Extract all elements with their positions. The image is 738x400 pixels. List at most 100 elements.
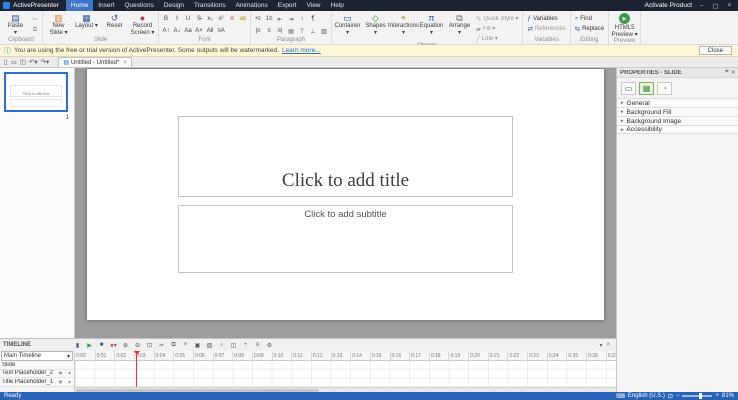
slide-editor[interactable]: Click to add title Click to add subtitle	[87, 69, 604, 320]
shapes-button[interactable]: ◇ Shapes ▾	[362, 12, 389, 43]
subtitle-placeholder[interactable]: Click to add subtitle	[178, 205, 513, 273]
snap-toggle-button[interactable]: ≡	[252, 340, 263, 350]
paste-button[interactable]: ▤ Paste ▾	[2, 12, 29, 37]
italic-button[interactable]: I	[172, 14, 182, 24]
new-slide-button[interactable]: ▥ New Slide ▾	[45, 12, 72, 37]
zoom-slider[interactable]	[682, 395, 712, 397]
align-right-button[interactable]: ≡|	[275, 26, 285, 36]
audio-tab[interactable]: ◔	[657, 82, 672, 95]
redo-button[interactable]: ↷▾	[41, 58, 50, 66]
slide-properties-tab[interactable]: ▭	[621, 82, 636, 95]
notification-close-button[interactable]: Close	[699, 46, 732, 55]
stop-button[interactable]: ■	[96, 340, 107, 350]
new-document-button[interactable]: ▯	[4, 58, 8, 66]
menu-tab-help[interactable]: Help	[326, 0, 349, 11]
reset-button[interactable]: ↺ Reset	[101, 12, 128, 37]
props-section-background-image[interactable]: ▸ Background Image	[617, 116, 738, 125]
props-section-background-fill[interactable]: ▸ Background Fill	[617, 107, 738, 116]
decrease-indent-button[interactable]: ⇤	[275, 14, 285, 24]
menu-tab-view[interactable]: View	[302, 0, 326, 11]
highlight-color-button[interactable]: ab	[238, 14, 248, 24]
props-section-accessibility[interactable]: ▸ Accessibility	[617, 125, 738, 134]
undo-button[interactable]: ↶▾	[29, 58, 38, 66]
delete-range-button[interactable]: ×	[180, 340, 191, 350]
slide-thumbnail[interactable]: Click to add title	[4, 72, 68, 112]
eye-toggle[interactable]: ◉	[56, 370, 65, 376]
props-section-general[interactable]: ▸ General	[617, 98, 738, 107]
activate-product-link[interactable]: Activate Product	[645, 2, 692, 9]
font-color-button[interactable]: A	[227, 14, 237, 24]
insert-image-button[interactable]: ▨	[204, 340, 215, 350]
justify-button[interactable]: ▤	[286, 26, 296, 36]
cut-range-button[interactable]: ✂	[156, 340, 167, 350]
line-spacing-button[interactable]: ↕	[297, 14, 307, 24]
copy-range-button[interactable]: ⧉	[168, 340, 179, 350]
canvas[interactable]: Click to add title Click to add subtitle	[75, 68, 616, 338]
menu-tab-home[interactable]: Home	[66, 0, 93, 11]
arrange-button[interactable]: ⧉ Arrange ▾	[446, 12, 473, 43]
interactions-button[interactable]: ⌖ Interactions ▾	[390, 12, 417, 43]
shrink-font-button[interactable]: A↓	[172, 26, 182, 36]
insert-time-button[interactable]: +	[240, 340, 251, 350]
lock-toggle[interactable]: ∎	[65, 379, 74, 385]
align-left-button[interactable]: |≡	[253, 26, 263, 36]
zoom-in-icon[interactable]: +	[715, 393, 719, 399]
pause-button[interactable]: ▮	[72, 340, 83, 350]
record-screen-button[interactable]: ● Record Screen ▾	[129, 12, 156, 37]
pin-icon[interactable]: ⌖	[725, 69, 728, 76]
timeline-menu-icon[interactable]: ▾	[599, 342, 602, 349]
find-button[interactable]: ⌕ Find	[573, 14, 606, 23]
timeline-selector[interactable]: Main Timeline ▾	[1, 351, 73, 361]
grow-font-button[interactable]: A↑	[161, 26, 171, 36]
zoom-out-button[interactable]: ⊖	[132, 340, 143, 350]
play-button[interactable]: ▶	[84, 340, 95, 350]
character-spacing-button[interactable]: A‖	[205, 26, 215, 36]
align-bottom-button[interactable]: ⊥	[308, 26, 318, 36]
superscript-button[interactable]: x²	[216, 14, 226, 24]
references-button[interactable]: ⇄ References	[525, 24, 567, 33]
maximize-button[interactable]: ▢	[711, 2, 720, 10]
fit-screen-icon[interactable]: ⊡	[668, 393, 673, 400]
quick-style-button[interactable]: ✎ Quick Style ▾	[474, 14, 520, 23]
fill-button[interactable]: ▰ Fill ▾	[474, 24, 520, 33]
container-button[interactable]: ▭ Container ▾	[334, 12, 361, 43]
open-button[interactable]: ▭	[11, 58, 17, 66]
learn-more-link[interactable]: Learn more...	[282, 47, 321, 54]
save-button[interactable]: ◫	[20, 58, 26, 66]
zoom-out-icon[interactable]: −	[676, 393, 680, 399]
language-label[interactable]: English (U.S.)	[628, 393, 665, 399]
underline-button[interactable]: U	[183, 14, 193, 24]
playhead[interactable]	[136, 351, 137, 387]
minimize-button[interactable]: –	[697, 2, 706, 9]
title-placeholder[interactable]: Click to add title	[178, 116, 513, 197]
timeline-settings-button[interactable]: ⚙	[264, 340, 275, 350]
zoom-fit-button[interactable]: ⊡	[144, 340, 155, 350]
align-top-button[interactable]: ⊤	[297, 26, 307, 36]
close-button[interactable]: ×	[725, 2, 734, 9]
bold-button[interactable]: B	[161, 14, 171, 24]
timeline-row-text-placeholder[interactable]: Text Placeholder_2 ◉ ∎	[0, 370, 74, 379]
audio-tools-button[interactable]: ♪	[216, 340, 227, 350]
timeline-row-title-placeholder[interactable]: Title Placeholder_1 ◉ ∎	[0, 378, 74, 387]
text-styles-button[interactable]: ≡A	[216, 26, 226, 36]
menu-tab-questions[interactable]: Questions	[120, 0, 159, 11]
menu-tab-animations[interactable]: Animations	[231, 0, 273, 11]
variables-button[interactable]: ƒ Variables	[525, 14, 567, 23]
layout-button[interactable]: ▦ Layout ▾	[73, 12, 100, 37]
equation-button[interactable]: π Equation ▾	[418, 12, 445, 43]
line-button[interactable]: ╱ Line ▾	[474, 34, 520, 43]
replace-button[interactable]: ⇆ Replace	[573, 24, 606, 33]
increase-indent-button[interactable]: ⇥	[286, 14, 296, 24]
menu-tab-export[interactable]: Export	[273, 0, 302, 11]
numbering-button[interactable]: 1≡	[264, 14, 274, 24]
menu-tab-transitions[interactable]: Transitions	[189, 0, 231, 11]
timeline-track[interactable]	[75, 361, 616, 387]
record-narration-button[interactable]: ●▾	[108, 340, 119, 350]
copy-button[interactable]: ⧉	[30, 25, 40, 35]
cut-button[interactable]: ✂	[30, 14, 40, 24]
document-tab[interactable]: ▤ Untitled - Untitled* ×	[58, 57, 132, 67]
columns-button[interactable]: ▥	[319, 26, 329, 36]
video-tools-button[interactable]: ◫	[228, 340, 239, 350]
zoom-in-button[interactable]: ⊕	[120, 340, 131, 350]
text-direction-button[interactable]: ¶	[308, 14, 318, 24]
